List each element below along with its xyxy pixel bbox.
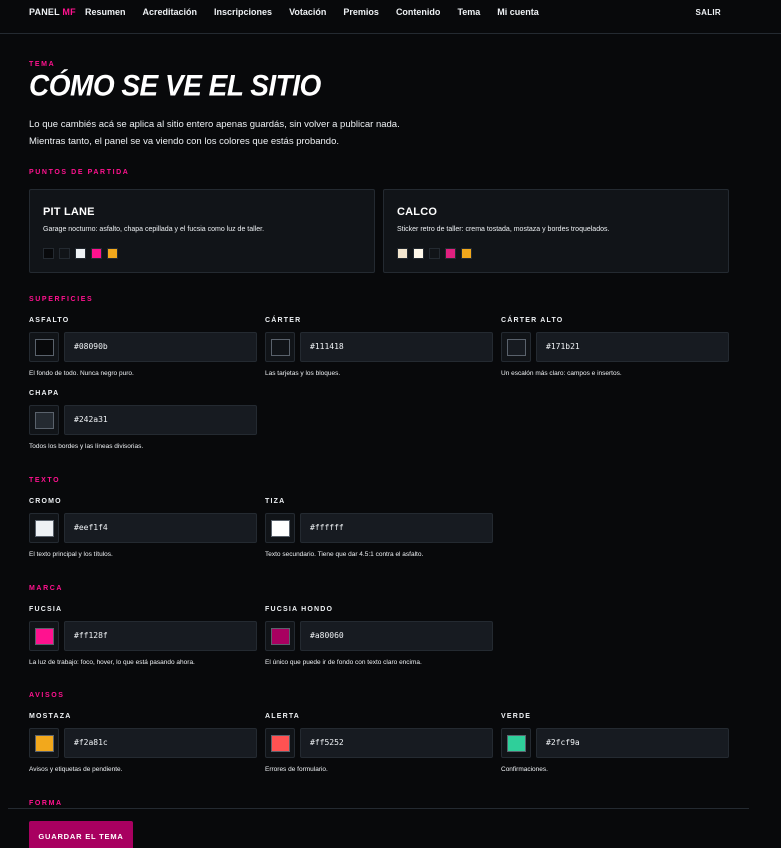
hex-input-mostaza[interactable]: #f2a81c: [64, 728, 257, 758]
preset-swatches: [397, 248, 472, 259]
preset-name: CALCO: [397, 206, 438, 218]
color-picker-tiza[interactable]: [265, 513, 295, 543]
preset-swatches: [43, 248, 118, 259]
top-navigation: PANEL MF Resumen Acreditación Inscripcio…: [0, 0, 781, 34]
presets-section-label: PUNTOS DE PARTIDA: [29, 169, 130, 176]
nav-link-votacion[interactable]: Votación: [289, 7, 326, 17]
color-picker-asfalto[interactable]: [29, 332, 59, 362]
preset-swatch: [43, 248, 54, 259]
preset-card-pit-lane[interactable]: PIT LANE Garage nocturno: asfalto, chapa…: [29, 189, 375, 273]
color-picker-carter[interactable]: [265, 332, 295, 362]
preset-swatch: [413, 248, 424, 259]
color-picker-fucsia-hondo[interactable]: [265, 621, 295, 651]
hex-input-cromo[interactable]: #eef1f4: [64, 513, 257, 543]
field-label-mostaza: MOSTAZA: [29, 713, 72, 720]
color-picker-fucsia[interactable]: [29, 621, 59, 651]
color-preview: [507, 735, 526, 752]
hex-input-asfalto[interactable]: #08090b: [64, 332, 257, 362]
field-label-carter: CÁRTER: [265, 317, 302, 324]
color-picker-chapa[interactable]: [29, 405, 59, 435]
preset-description: Sticker retro de taller: crema tostada, …: [397, 226, 610, 233]
color-preview: [35, 412, 54, 429]
color-preview: [507, 339, 526, 356]
field-label-alerta: ALERTA: [265, 713, 301, 720]
color-preview: [35, 735, 54, 752]
preset-swatch: [75, 248, 86, 259]
field-label-verde: VERDE: [501, 713, 532, 720]
field-help-alerta: Errores de formulario.: [265, 766, 328, 773]
sticky-footer-divider: [8, 808, 749, 809]
field-help-asfalto: El fondo de todo. Nunca negro puro.: [29, 370, 134, 377]
forma-section-label: FORMA: [29, 800, 63, 807]
page-eyebrow: TEMA: [29, 61, 56, 68]
color-preview: [271, 628, 290, 645]
hex-input-verde[interactable]: #2fcf9a: [536, 728, 729, 758]
brand-logo[interactable]: PANEL MF: [29, 7, 76, 17]
color-preview: [35, 520, 54, 537]
nav-link-mi-cuenta[interactable]: Mi cuenta: [497, 7, 539, 17]
preset-name: PIT LANE: [43, 206, 95, 218]
texto-section-label: TEXTO: [29, 477, 61, 484]
hex-input-tiza[interactable]: #ffffff: [300, 513, 493, 543]
brand-accent: MF: [62, 7, 76, 17]
hex-input-chapa[interactable]: #242a31: [64, 405, 257, 435]
color-preview: [35, 339, 54, 356]
page-title: CÓMO SE VE EL SITIO: [29, 69, 321, 102]
hex-input-carter-alto[interactable]: #171b21: [536, 332, 729, 362]
hex-input-alerta[interactable]: #ff5252: [300, 728, 493, 758]
nav-links: Resumen Acreditación Inscripciones Votac…: [85, 7, 556, 17]
field-label-fucsia-hondo: FUCSIA HONDO: [265, 606, 334, 613]
nav-link-contenido[interactable]: Contenido: [396, 7, 441, 17]
color-picker-carter-alto[interactable]: [501, 332, 531, 362]
preset-swatch: [59, 248, 70, 259]
hex-input-carter[interactable]: #111418: [300, 332, 493, 362]
field-help-mostaza: Avisos y etiquetas de pendiente.: [29, 766, 123, 773]
field-help-verde: Confirmaciones.: [501, 766, 548, 773]
color-picker-alerta[interactable]: [265, 728, 295, 758]
page-description: Lo que cambiés acá se aplica al sitio en…: [29, 119, 400, 147]
field-help-fucsia: La luz de trabajo: foco, hover, lo que e…: [29, 659, 195, 666]
color-preview: [271, 520, 290, 537]
nav-link-inscripciones[interactable]: Inscripciones: [214, 7, 272, 17]
marca-section-label: MARCA: [29, 585, 64, 592]
field-help-chapa: Todos los bordes y las líneas divisorias…: [29, 443, 144, 450]
nav-link-resumen[interactable]: Resumen: [85, 7, 126, 17]
preset-swatch: [107, 248, 118, 259]
field-label-carter-alto: CÁRTER ALTO: [501, 317, 564, 324]
preset-card-calco[interactable]: CALCO Sticker retro de taller: crema tos…: [383, 189, 729, 273]
preset-swatch: [397, 248, 408, 259]
color-preview: [35, 628, 54, 645]
color-preview: [271, 339, 290, 356]
preset-swatch: [429, 248, 440, 259]
hex-input-fucsia[interactable]: #ff128f: [64, 621, 257, 651]
preset-description: Garage nocturno: asfalto, chapa cepillad…: [43, 226, 265, 233]
avisos-section-label: AVISOS: [29, 692, 65, 699]
field-help-carter-alto: Un escalón más claro: campos e insertos.: [501, 370, 622, 377]
hex-input-fucsia-hondo[interactable]: #a80060: [300, 621, 493, 651]
field-label-tiza: TIZA: [265, 498, 286, 505]
field-label-cromo: CROMO: [29, 498, 62, 505]
field-help-tiza: Texto secundario. Tiene que dar 4.5:1 co…: [265, 551, 424, 558]
superficies-section-label: SUPERFICIES: [29, 296, 94, 303]
field-label-chapa: CHAPA: [29, 390, 60, 397]
color-preview: [271, 735, 290, 752]
field-help-cromo: El texto principal y los títulos.: [29, 551, 113, 558]
preset-swatch: [445, 248, 456, 259]
nav-link-premios[interactable]: Premios: [343, 7, 379, 17]
field-label-asfalto: ASFALTO: [29, 317, 70, 324]
color-picker-mostaza[interactable]: [29, 728, 59, 758]
field-help-carter: Las tarjetas y los bloques.: [265, 370, 341, 377]
color-picker-verde[interactable]: [501, 728, 531, 758]
field-label-fucsia: FUCSIA: [29, 606, 63, 613]
save-theme-button[interactable]: GUARDAR EL TEMA: [29, 821, 133, 848]
color-picker-cromo[interactable]: [29, 513, 59, 543]
logout-link[interactable]: SALIR: [696, 8, 722, 17]
nav-link-tema[interactable]: Tema: [457, 7, 480, 17]
preset-swatch: [91, 248, 102, 259]
brand-main: PANEL: [29, 7, 60, 17]
field-help-fucsia-hondo: El único que puede ir de fondo con texto…: [265, 659, 422, 666]
preset-swatch: [461, 248, 472, 259]
nav-link-acreditacion[interactable]: Acreditación: [143, 7, 198, 17]
